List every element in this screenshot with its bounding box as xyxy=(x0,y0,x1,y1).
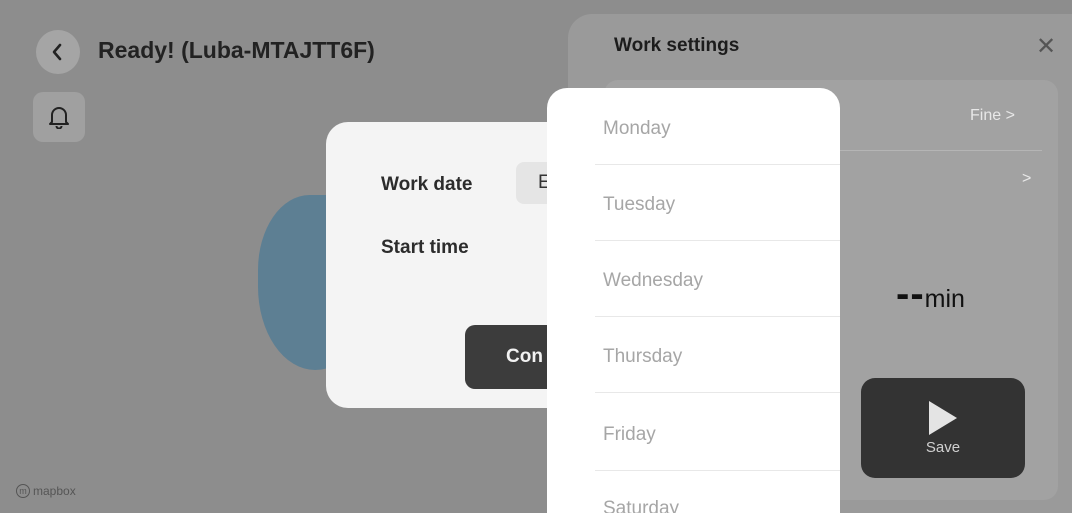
chevron-right-icon: > xyxy=(1022,170,1032,187)
settings-row-value: Fine xyxy=(970,107,1002,124)
notification-button[interactable] xyxy=(33,92,85,142)
day-option-thursday[interactable]: Thursday xyxy=(603,346,682,368)
duration-value: -- xyxy=(896,272,925,316)
mapbox-logo-icon: m xyxy=(16,484,30,498)
day-divider xyxy=(595,240,840,241)
day-divider xyxy=(595,392,840,393)
day-divider xyxy=(595,164,840,165)
work-settings-title: Work settings xyxy=(614,35,740,56)
day-divider xyxy=(595,316,840,317)
day-picker[interactable]: Monday Tuesday Wednesday Thursday Friday… xyxy=(547,88,840,513)
chevron-right-icon: > xyxy=(1005,107,1015,124)
bell-icon xyxy=(49,107,69,129)
close-icon[interactable]: ✕ xyxy=(1036,32,1056,61)
work-date-label: Work date xyxy=(381,174,473,195)
settings-row-2[interactable]: > xyxy=(1022,170,1031,188)
day-option-saturday[interactable]: Saturday xyxy=(603,498,679,513)
play-icon xyxy=(929,400,957,435)
page-title: Ready! (Luba-MTAJTT6F) xyxy=(98,37,375,63)
save-label: Save xyxy=(925,438,961,456)
confirm-label: Con xyxy=(506,346,543,367)
back-button[interactable] xyxy=(36,30,80,74)
day-option-wednesday[interactable]: Wednesday xyxy=(603,270,703,292)
chevron-left-icon xyxy=(52,43,62,61)
save-button[interactable]: Save xyxy=(861,378,1025,478)
day-option-tuesday[interactable]: Tuesday xyxy=(603,194,675,216)
mapbox-attribution: mapbox xyxy=(33,484,76,498)
day-option-friday[interactable]: Friday xyxy=(603,424,656,446)
day-option-monday[interactable]: Monday xyxy=(603,118,671,140)
settings-row-fine[interactable]: Fine > xyxy=(970,107,1015,125)
duration-unit: min xyxy=(924,285,965,313)
day-divider xyxy=(595,470,840,471)
estimated-duration: --min xyxy=(896,272,965,317)
start-time-label: Start time xyxy=(381,237,469,258)
mapbox-logo: m mapbox xyxy=(16,484,76,498)
